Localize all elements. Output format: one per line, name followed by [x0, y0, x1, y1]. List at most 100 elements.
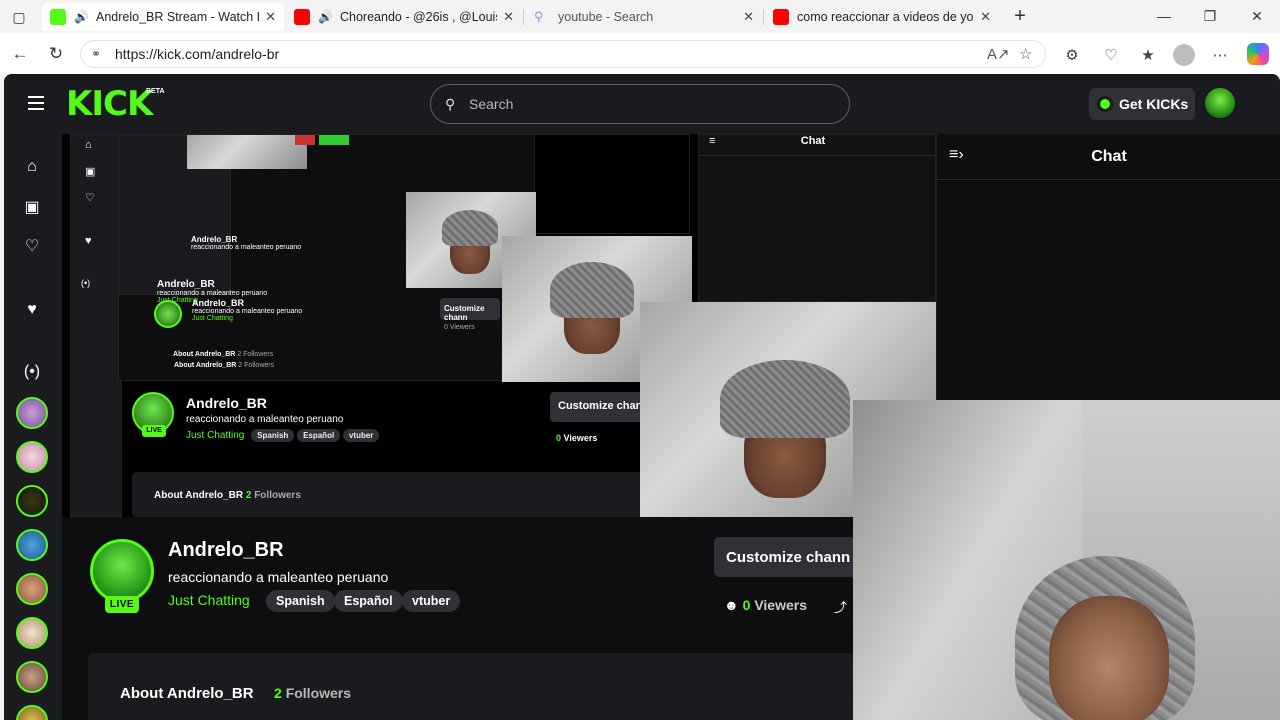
sidebar-channel-avatar[interactable]	[16, 617, 48, 649]
followers-count: 2 Followers	[274, 685, 351, 701]
favorite-heart-icon[interactable]: ♥	[21, 299, 43, 321]
about-section: About Andrelo_BR 2 Followers	[88, 653, 936, 720]
user-avatar[interactable]	[1205, 88, 1235, 118]
tab-youtube-search[interactable]: ⚲ youtube - Search ✕	[526, 3, 762, 31]
captured-sidebar: ⌂ ▣ ♡ ♥ (•)	[70, 134, 122, 517]
tab-kick[interactable]: 🔊 Andrelo_BR Stream - Watch Li ✕	[42, 3, 284, 31]
browser-essentials-icon[interactable]: ♡	[1100, 44, 1122, 66]
captured-black-panel	[534, 134, 690, 234]
speaker-icon[interactable]: 🔊	[74, 10, 89, 24]
collections-icon[interactable]: ★	[1137, 44, 1159, 66]
browse-icon: ▣	[85, 166, 96, 178]
kick-header: KICK BETA ⚲ Search Get KICKs	[4, 74, 1280, 134]
captured-about: About Andrelo_BR 2 Followers	[174, 362, 275, 369]
channel-info: LIVE Andrelo_BR reaccionando a maleanteo…	[62, 517, 936, 720]
streamer-face	[1049, 596, 1169, 720]
close-icon[interactable]: ✕	[265, 9, 276, 25]
extensions-icon[interactable]: ⚙	[1061, 44, 1083, 66]
close-icon[interactable]: ✕	[980, 9, 991, 25]
captured-chat-panel: ≡ Chat	[698, 134, 936, 302]
captured-about-box: About Andrelo_BR 2 Followers	[132, 472, 652, 517]
main-content: ⌂ ▣ ♡ ♥ (•) Andrelo_BR reaccionando a ma…	[62, 134, 936, 720]
captured-thumb	[295, 135, 315, 145]
customize-channel-button[interactable]: Customize chann	[714, 537, 864, 577]
tab-title: Andrelo_BR Stream - Watch Li	[96, 10, 260, 24]
captured-channel-info-large: Andrelo_BR reaccionando a maleanteo peru…	[186, 395, 380, 442]
close-icon[interactable]: ✕	[503, 9, 514, 25]
live-badge: LIVE	[105, 596, 139, 613]
kick-sidebar: ⌂ ▣ ♡ ♥ (•)	[4, 134, 62, 720]
refresh-icon[interactable]: ↻	[44, 42, 68, 66]
tab-youtube-choreando[interactable]: 🔊 Choreando - @26is , @Louis ✕	[286, 3, 522, 31]
restore-button[interactable]: ❐	[1187, 4, 1233, 28]
window-close-button[interactable]: ✕	[1234, 4, 1280, 28]
browser-tab-bar: ▢ 🔊 Andrelo_BR Stream - Watch Li ✕ 🔊 Cho…	[0, 0, 1280, 33]
tab-title: youtube - Search	[558, 10, 654, 24]
sidebar-channel-avatar[interactable]	[16, 661, 48, 693]
following-heart-icon[interactable]: ♡	[21, 235, 43, 257]
webcam-overlay	[853, 400, 1280, 720]
category-link[interactable]: Just Chatting	[168, 592, 250, 608]
captured-about: About Andrelo_BR 2 Followers	[173, 351, 274, 358]
sidebar-channel-avatar[interactable]	[16, 573, 48, 605]
search-input[interactable]: ⚲ Search	[430, 84, 850, 124]
sidebar-channel-avatar[interactable]	[16, 397, 48, 429]
followers-number: 2	[274, 685, 282, 701]
captured-customize-large: Customize chann	[550, 392, 650, 422]
chat-title: Chat	[1091, 148, 1127, 165]
followers-label: Followers	[285, 685, 352, 701]
copilot-icon[interactable]	[1247, 43, 1269, 65]
tab-title: Choreando - @26is , @Louis	[340, 10, 498, 24]
live-broadcast-icon[interactable]: (•)	[21, 361, 43, 383]
get-kicks-label: Get KICKs	[1119, 96, 1189, 112]
browse-icon[interactable]: ▣	[21, 196, 43, 218]
kicks-coin-icon	[1097, 96, 1113, 112]
tag-vtuber[interactable]: vtuber	[402, 590, 461, 612]
tag-spanish[interactable]: Spanish	[266, 590, 335, 612]
kick-favicon-icon	[50, 9, 66, 25]
tab-title: como reaccionar a videos de yout	[797, 10, 975, 24]
speaker-icon[interactable]: 🔊	[318, 10, 333, 24]
viewer-count: ☻ 0 Viewers	[724, 597, 807, 613]
favorite-star-icon[interactable]: ☆	[1019, 45, 1032, 63]
tag-espanol[interactable]: Español	[334, 590, 403, 612]
close-icon[interactable]: ✕	[743, 9, 754, 25]
read-aloud-icon[interactable]: A↗	[987, 45, 1010, 63]
search-placeholder: Search	[469, 96, 514, 112]
channel-avatar[interactable]	[90, 539, 154, 603]
share-icon[interactable]: ⤴	[834, 597, 847, 616]
get-kicks-button[interactable]: Get KICKs	[1089, 88, 1195, 120]
divider	[699, 155, 935, 156]
sidebar-channel-avatar[interactable]	[16, 441, 48, 473]
video-player[interactable]: ⌂ ▣ ♡ ♥ (•) Andrelo_BR reaccionando a ma…	[62, 134, 936, 517]
browser-address-bar: ← ↻ ⚭ https://kick.com/andrelo-br A↗ ☆ ⚙…	[0, 33, 1280, 74]
captured-chat-title: Chat	[800, 135, 826, 147]
new-tab-button[interactable]: +	[1008, 4, 1032, 28]
home-icon[interactable]: ⌂	[21, 156, 43, 178]
about-title: About Andrelo_BR	[120, 685, 254, 702]
site-info-icon[interactable]: ⚭	[91, 47, 105, 61]
profile-avatar[interactable]	[1173, 44, 1195, 66]
tab-separator	[523, 9, 524, 25]
sidebar-channel-avatar[interactable]	[16, 705, 48, 720]
search-icon: ⚲	[534, 9, 544, 24]
kick-logo[interactable]: KICK	[66, 86, 153, 122]
url-field[interactable]: ⚭ https://kick.com/andrelo-br A↗ ☆	[80, 40, 1046, 68]
viewers-number: 0	[742, 597, 751, 613]
viewers-icon: ☻	[724, 597, 739, 613]
url-text[interactable]: https://kick.com/andrelo-br	[115, 46, 279, 62]
minimize-button[interactable]: —	[1141, 4, 1187, 28]
back-arrow-icon[interactable]: ←	[8, 42, 32, 66]
sidebar-channel-avatar[interactable]	[16, 529, 48, 561]
youtube-favicon-icon	[773, 9, 789, 25]
captured-customize: Customize chann	[440, 298, 500, 322]
stream-title: reaccionando a maleanteo peruano	[168, 569, 389, 585]
captured-thumb	[319, 135, 349, 145]
tab-separator	[763, 9, 764, 25]
sidebar-channel-avatar[interactable]	[16, 485, 48, 517]
menu-icon[interactable]	[28, 96, 44, 110]
channel-name[interactable]: Andrelo_BR	[168, 539, 284, 562]
tab-youtube-reaccionar[interactable]: como reaccionar a videos de yout ✕	[765, 3, 999, 31]
more-options-icon[interactable]: ⋯	[1209, 44, 1231, 66]
tab-actions-icon[interactable]: ▢	[6, 6, 32, 28]
